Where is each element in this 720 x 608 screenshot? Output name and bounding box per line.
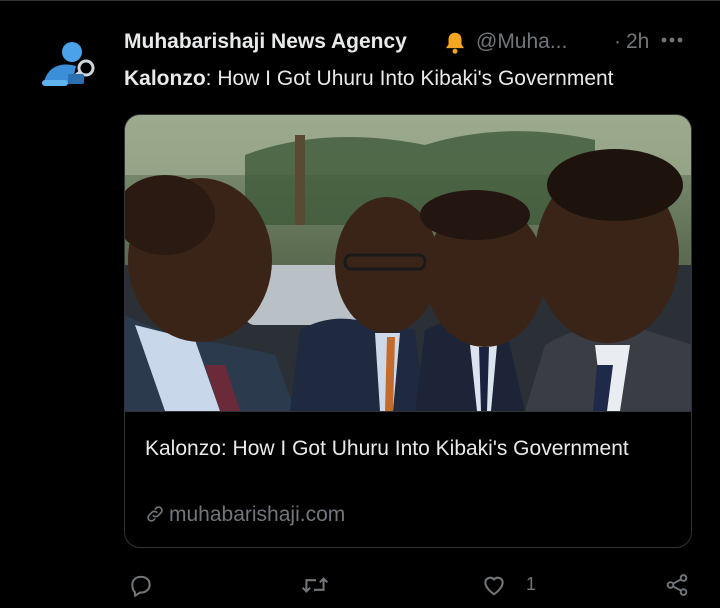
tweet-text-bold: Kalonzo [124, 67, 206, 90]
tweet-header: Muhabarishaji News Agency @Muha... · 2h [124, 28, 704, 58]
like-count: 1 [526, 574, 537, 594]
header-separator: · [614, 30, 621, 53]
share-icon [666, 574, 688, 596]
reply-button[interactable] [128, 566, 188, 602]
bell-icon [442, 30, 468, 62]
heart-icon [484, 576, 504, 596]
author-handle[interactable]: @Muha... [476, 30, 567, 54]
tweet-text-rest: : How I Got Uhuru Into Kibaki's Governme… [205, 67, 614, 90]
retweet-icon [301, 577, 329, 593]
link-card[interactable]: Kalonzo: How I Got Uhuru Into Kibaki's G… [124, 114, 692, 548]
reply-icon [131, 575, 151, 597]
share-button[interactable] [664, 566, 704, 602]
avatar-logo-icon [42, 42, 95, 86]
action-bar: 1 [124, 566, 704, 602]
card-domain-text: muhabarishaji.com [169, 503, 346, 526]
author-name[interactable]: Muhabarishaji News Agency [124, 30, 407, 54]
top-divider [0, 0, 720, 1]
tweet-time[interactable]: 2h [626, 30, 649, 54]
retweet-button[interactable] [300, 566, 360, 602]
like-button[interactable]: 1 [480, 566, 550, 602]
tweet-text: Kalonzo: How I Got Uhuru Into Kibaki's G… [124, 66, 704, 92]
card-divider [125, 411, 691, 412]
card-image [125, 115, 691, 411]
avatar[interactable] [32, 36, 96, 100]
more-icon[interactable] [652, 24, 692, 56]
link-icon [147, 506, 163, 522]
card-title: Kalonzo: How I Got Uhuru Into Kibaki's G… [145, 437, 629, 460]
card-domain: muhabarishaji.com [145, 503, 345, 527]
